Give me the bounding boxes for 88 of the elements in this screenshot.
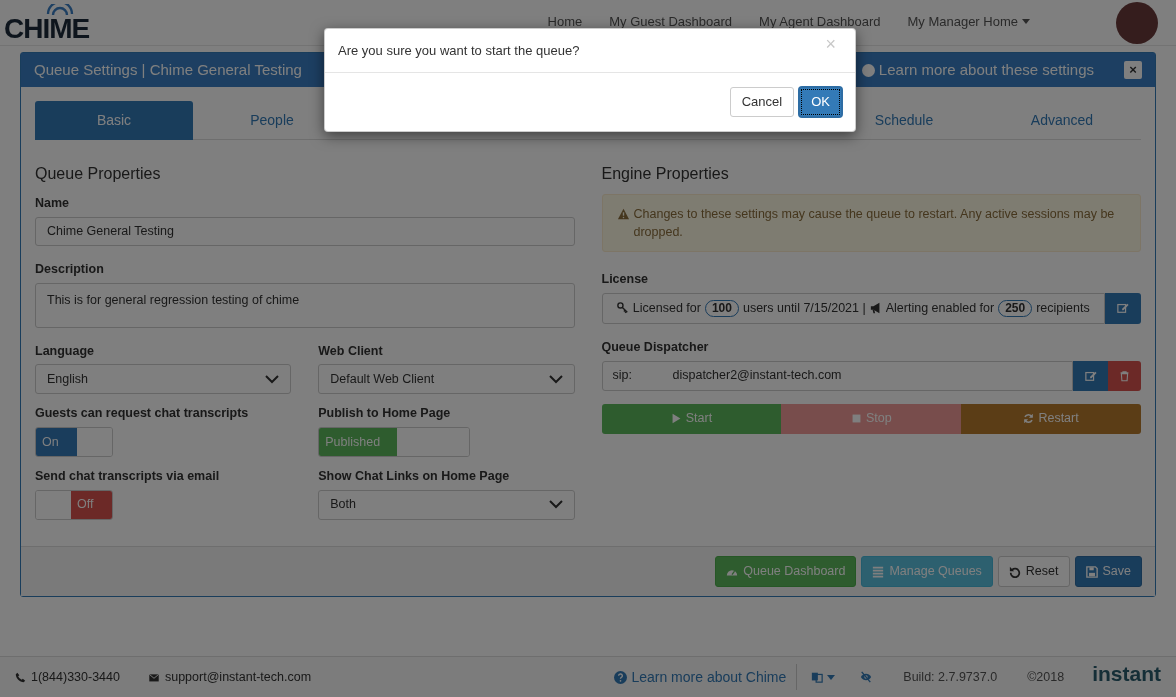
name-field[interactable]: Chime General Testing	[35, 216, 575, 246]
edit-button[interactable]	[1105, 292, 1141, 324]
dispatcher-field[interactable]: sip: dispatcher2@instant-tech.com	[601, 360, 1073, 391]
list-icon	[872, 565, 885, 578]
section-heading: Queue Properties	[35, 164, 162, 184]
license-text: Licensed for	[632, 299, 701, 317]
field-label: Show Chat Links on Home Page	[318, 468, 511, 485]
avatar[interactable]	[1116, 1, 1158, 44]
warning-icon	[616, 208, 630, 220]
key-icon	[616, 302, 629, 315]
phone-number: 1(844)330-3440	[31, 668, 120, 686]
select-value: Both	[330, 496, 356, 514]
edit-icon	[1117, 302, 1129, 315]
select-value: English	[47, 370, 88, 388]
nav-link[interactable]: Home	[547, 11, 583, 32]
section-heading: Engine Properties	[601, 164, 730, 184]
help-link-text: Learn more about these settings	[878, 59, 1094, 80]
field-label: Description	[35, 260, 105, 278]
brand-logo: instant	[1092, 664, 1161, 684]
dialog-button[interactable]: Cancel	[729, 87, 795, 117]
build-number: Build: 2.7.9737.0	[903, 668, 998, 686]
refresh-icon	[1023, 413, 1035, 424]
toggle-fill: Published	[319, 428, 398, 456]
caret-icon	[1022, 19, 1030, 24]
field-label: Web Client	[318, 342, 384, 360]
play-icon	[670, 413, 682, 424]
field-label: Name	[35, 195, 71, 212]
help-link[interactable]: Learn more about Chime	[614, 666, 787, 688]
field-value: dispatcher2@instant-tech.com	[672, 367, 842, 385]
help-link[interactable]: Learn more about these settings	[861, 58, 1094, 82]
caret-icon	[827, 674, 836, 680]
envelope-icon	[147, 671, 160, 683]
select-field[interactable]: Both	[318, 489, 575, 520]
chevron-down-icon	[548, 500, 563, 510]
edit-icon	[1084, 369, 1097, 382]
queue-restart-button[interactable]: Restart	[961, 403, 1141, 434]
translate-icon	[811, 671, 824, 683]
close-button[interactable]: ×	[825, 34, 836, 53]
toggle-switch[interactable]: On	[35, 427, 113, 457]
tab[interactable]: Advanced	[983, 101, 1141, 140]
toggle-switch[interactable]: Published	[318, 427, 471, 457]
field-label: Send chat transcripts via email	[35, 468, 221, 485]
select-value: Default Web Client	[330, 370, 435, 388]
license-text: users until 7/15/2021 |	[742, 299, 866, 317]
license-text: Alerting enabled for	[885, 299, 995, 317]
field-prefix: sip:	[612, 367, 633, 385]
warning-text: Changes to these settings may cause the queue to restart. Any active sessions may be dropped.	[633, 206, 1116, 241]
language-menu[interactable]	[811, 671, 836, 683]
megaphone-icon	[869, 302, 882, 315]
tab[interactable]: People	[193, 101, 351, 140]
dialog-message: Are you sure you want to start the queue?	[338, 41, 580, 60]
action-button[interactable]: Manage Queues	[861, 556, 993, 587]
logo: CHIME	[4, 15, 90, 42]
email-address: support@instant-tech.com	[164, 668, 312, 686]
action-button[interactable]: Queue Dashboard	[715, 556, 857, 587]
select-field[interactable]: English	[35, 364, 292, 395]
close-button[interactable]: ×	[1124, 61, 1142, 79]
chevron-down-icon	[265, 374, 280, 384]
accessibility-toggle[interactable]	[859, 671, 874, 683]
phone-icon	[15, 671, 26, 683]
field-label: Language	[35, 342, 96, 360]
delete-button[interactable]	[1108, 360, 1141, 391]
copyright: ©2018	[1027, 668, 1065, 686]
field-label: License	[601, 271, 650, 288]
select-field[interactable]: Default Web Client	[318, 364, 575, 395]
toggle-fill: On	[36, 428, 77, 456]
nav-link[interactable]: My Manager Home	[907, 11, 1030, 32]
edit-button[interactable]	[1073, 360, 1108, 391]
toggle-switch[interactable]: Off	[35, 489, 113, 520]
action-button[interactable]: Save	[1074, 556, 1142, 587]
description-field[interactable]: This is for general regression testing of chime	[35, 282, 575, 328]
signal-arcs-icon	[44, 3, 76, 16]
panel-title: Queue Settings | Chime General Testing	[34, 59, 302, 80]
field-label: Guests can request chat transcripts	[35, 405, 250, 423]
field-label: Queue Dispatcher	[601, 338, 710, 356]
dialog-button[interactable]: OK	[799, 87, 842, 117]
square-icon	[850, 413, 862, 424]
undo-icon	[1008, 565, 1021, 578]
license-text: recipients	[1036, 299, 1090, 317]
field-label: Publish to Home Page	[318, 405, 452, 423]
queue-start-button[interactable]: Start	[601, 403, 782, 434]
tab[interactable]: Basic	[35, 101, 193, 140]
toggle-fill: Off	[71, 490, 112, 519]
eye-slash-icon	[859, 671, 874, 683]
trash-icon	[1119, 369, 1130, 382]
action-button[interactable]: Reset	[997, 556, 1070, 587]
chevron-down-icon	[548, 374, 563, 384]
help-link-text: Learn more about Chime	[631, 667, 787, 687]
